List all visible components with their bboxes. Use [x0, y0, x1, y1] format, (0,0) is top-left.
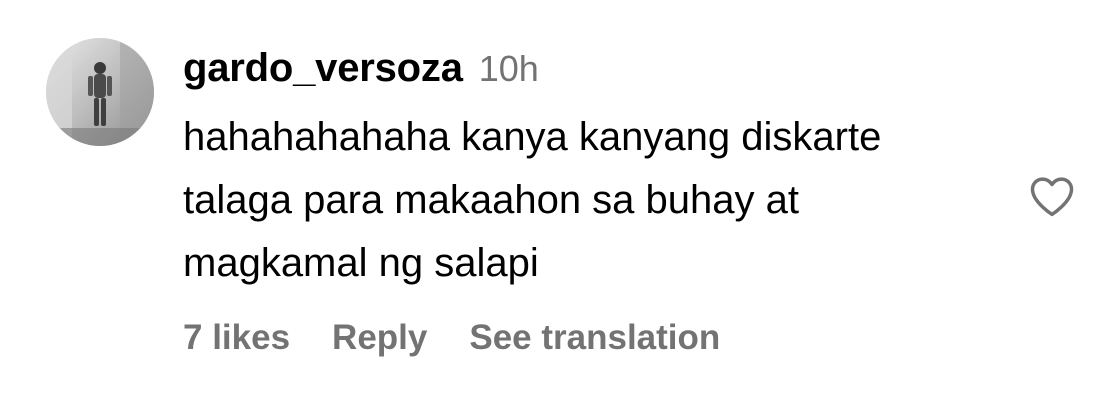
- like-button[interactable]: [1026, 170, 1078, 222]
- avatar[interactable]: [46, 38, 154, 146]
- comment-body: gardo_versoza 10h hahahahahaha kanya kan…: [183, 46, 1003, 295]
- comment-actions: 7 likes Reply See translation: [183, 318, 720, 358]
- username-link[interactable]: gardo_versoza: [183, 46, 463, 91]
- heart-outline-icon: [1030, 177, 1074, 217]
- comment-timestamp[interactable]: 10h: [479, 48, 539, 90]
- comment-text: hahahahahaha kanya kanyang diskarte tala…: [183, 115, 882, 285]
- reply-button[interactable]: Reply: [332, 318, 427, 358]
- comment: gardo_versoza 10h hahahahahaha kanya kan…: [0, 0, 1120, 409]
- comment-header: gardo_versoza 10h: [183, 46, 1003, 102]
- see-translation-button[interactable]: See translation: [469, 318, 720, 358]
- likes-count[interactable]: 7 likes: [183, 318, 290, 358]
